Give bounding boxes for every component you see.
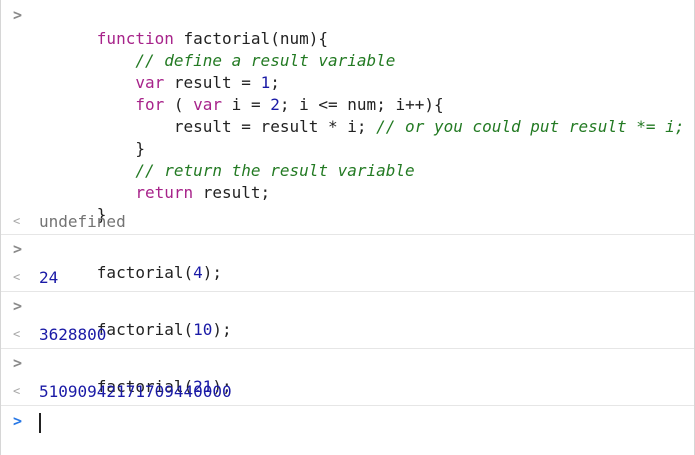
output-value: 3628800 [39, 325, 107, 344]
console-output-entry: < 51090942171709440000 [1, 381, 694, 406]
prompt-arrow-icon: > [13, 297, 23, 315]
code-line: return result; [39, 160, 270, 202]
output-value: 24 [39, 268, 59, 287]
code-line: } [39, 182, 107, 224]
console-output-entry: < 3628800 [1, 324, 694, 349]
code-line: // return the result variable [39, 138, 414, 180]
prompt-arrow-icon: > [13, 240, 23, 258]
output-value: 51090942171709440000 [39, 382, 232, 401]
result-arrow-icon: < [13, 327, 21, 341]
code-token: return [96, 183, 194, 202]
prompt-arrow-icon: > [13, 354, 23, 372]
devtools-console: > function factorial(num){ // define a r… [0, 0, 695, 455]
text-caret [39, 413, 41, 433]
code-line: factorial(4); [39, 240, 222, 282]
console-output-entry: < undefined [1, 211, 694, 235]
console-input-entry: > factorial(21); [1, 349, 694, 396]
code-line: result = result * i; // or you could put… [39, 94, 685, 136]
code-line: factorial(10); [39, 297, 232, 339]
code-line: for ( var i = 2; i <= num; i++){ [39, 72, 443, 114]
code-comment: // or you could put result *= i; [376, 117, 685, 136]
console-input-entry: > factorial(10); [1, 292, 694, 339]
console-output-entry: < 24 [1, 267, 694, 292]
result-arrow-icon: < [13, 214, 21, 228]
code-line: factorial(21); [39, 354, 232, 396]
output-value: undefined [39, 212, 126, 231]
console-input-entry: > function factorial(num){ // define a r… [1, 0, 694, 224]
code-line: function factorial(num){ [39, 6, 328, 48]
result-arrow-icon: < [13, 270, 21, 284]
active-prompt-icon: > [13, 412, 23, 430]
result-arrow-icon: < [13, 384, 21, 398]
code-line: // define a result variable [39, 28, 395, 70]
console-input-entry: > factorial(4); [1, 235, 694, 282]
code-line: } [39, 116, 145, 158]
code-token: result; [193, 183, 271, 202]
code-line: var result = 1; [39, 50, 280, 92]
prompt-arrow-icon: > [13, 6, 23, 24]
console-prompt-input[interactable]: > [1, 406, 694, 446]
